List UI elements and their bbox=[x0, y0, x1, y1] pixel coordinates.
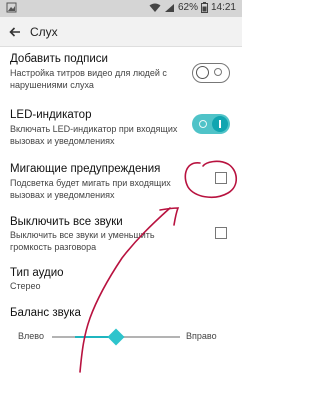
setting-audio-type[interactable]: Тип аудио Стерео bbox=[0, 263, 242, 295]
setting-sound-balance: Баланс звука Влево Вправо bbox=[0, 305, 242, 355]
setting-subtitle: Включать LED-индикатор при входящих вызо… bbox=[10, 124, 178, 146]
setting-led-indicator[interactable]: LED-индикатор Включать LED-индикатор при… bbox=[0, 104, 242, 156]
setting-subtitle: Выключить все звуки и уменьшить громкост… bbox=[10, 230, 155, 252]
battery-percent: 62% bbox=[177, 2, 198, 13]
setting-title: Тип аудио bbox=[10, 267, 64, 279]
balance-slider-thumb[interactable] bbox=[107, 328, 125, 346]
wifi-icon bbox=[149, 3, 161, 13]
setting-subtitle: Подсветка будет мигать при входящих вызо… bbox=[10, 178, 171, 200]
setting-subtitle: Настройка титров видео для людей с наруш… bbox=[10, 68, 167, 90]
back-button[interactable] bbox=[0, 17, 30, 47]
status-bar: 62% 14:21 bbox=[0, 0, 242, 17]
clock: 14:21 bbox=[210, 2, 236, 13]
slider-left-label: Влево bbox=[18, 331, 44, 341]
slider-right-label: Вправо bbox=[186, 331, 217, 341]
setting-title: Мигающие предупреждения bbox=[10, 163, 161, 175]
setting-flash-alerts[interactable]: Мигающие предупреждения Подсветка будет … bbox=[0, 160, 242, 212]
setting-mute-all[interactable]: Выключить все звуки Выключить все звуки … bbox=[0, 212, 242, 256]
flash-alerts-checkbox[interactable] bbox=[215, 172, 227, 184]
setting-captions[interactable]: Добавить подписи Настройка титров видео … bbox=[0, 47, 242, 99]
setting-title: Баланс звука bbox=[10, 307, 81, 319]
led-indicator-toggle[interactable] bbox=[192, 114, 230, 134]
mute-all-checkbox[interactable] bbox=[215, 227, 227, 239]
image-icon bbox=[6, 2, 17, 13]
setting-title: LED-индикатор bbox=[10, 109, 92, 121]
signal-icon bbox=[164, 3, 175, 13]
setting-title: Добавить подписи bbox=[10, 53, 108, 65]
page-title: Слух bbox=[30, 24, 58, 39]
arrow-left-icon bbox=[9, 26, 20, 37]
setting-title: Выключить все звуки bbox=[10, 216, 123, 228]
captions-toggle[interactable] bbox=[192, 63, 230, 83]
app-bar: Слух bbox=[0, 17, 242, 47]
setting-value: Стерео bbox=[10, 281, 41, 291]
battery-icon bbox=[200, 2, 208, 13]
